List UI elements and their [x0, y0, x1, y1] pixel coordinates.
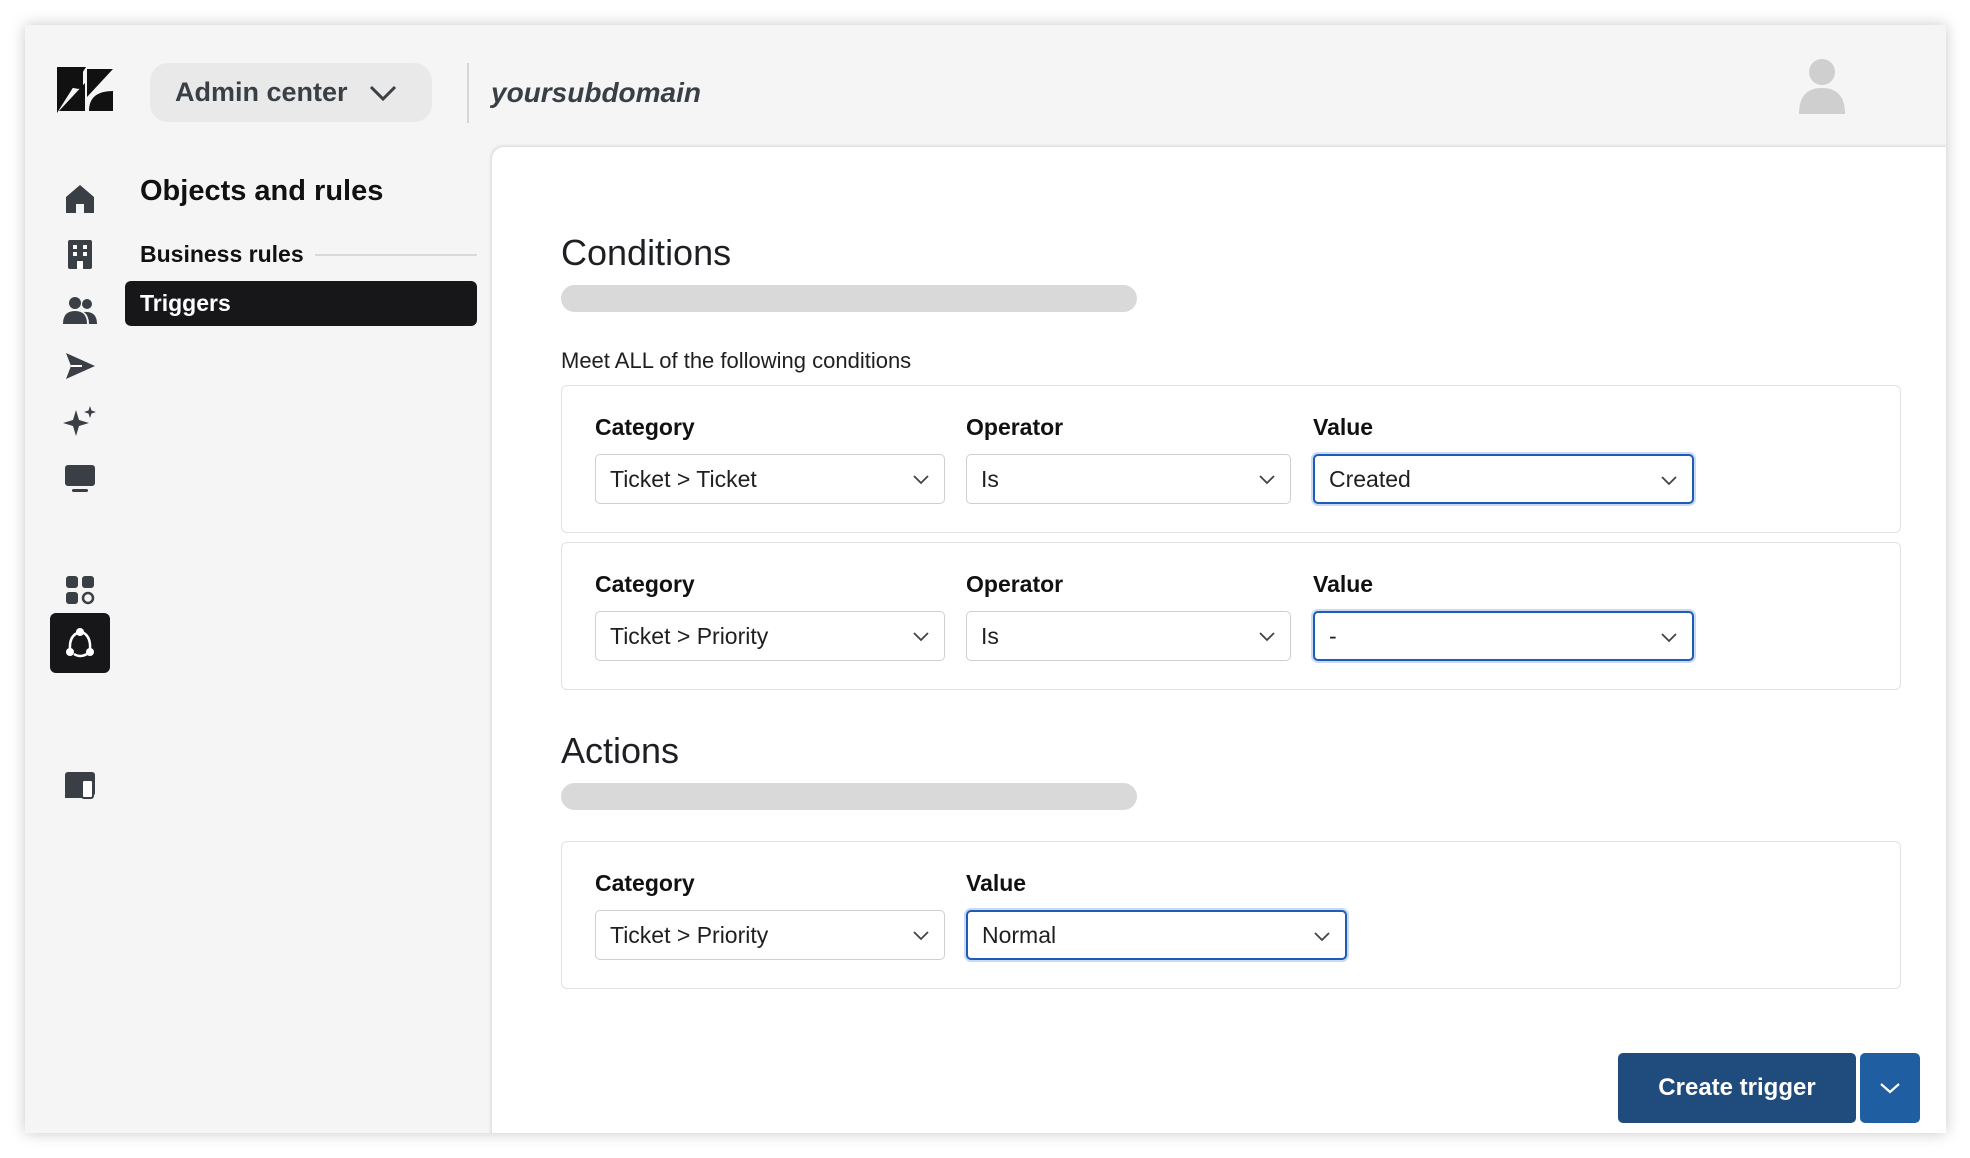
- chevron-down-icon: [1259, 475, 1275, 485]
- create-trigger-button[interactable]: Create trigger: [1618, 1053, 1856, 1123]
- meet-all-label: Meet ALL of the following conditions: [561, 348, 912, 373]
- chevron-down-icon: [1314, 932, 1330, 942]
- actions-title: Actions: [561, 730, 680, 771]
- category-label: Category: [595, 414, 695, 440]
- zendesk-logo[interactable]: [57, 67, 115, 113]
- create-trigger-menu-button[interactable]: [1860, 1053, 1920, 1123]
- category-select[interactable]: Ticket > Priority: [595, 910, 945, 960]
- rail-objects-rules[interactable]: [50, 613, 110, 673]
- rail-channels[interactable]: [50, 336, 110, 396]
- action-row: Category Ticket > Priority Value Normal: [561, 841, 1901, 989]
- home-icon: [66, 185, 94, 213]
- apps-icon: [66, 576, 95, 605]
- rail-organizations[interactable]: [50, 224, 110, 284]
- operator-select-value: Is: [981, 622, 999, 649]
- category-select[interactable]: Ticket > Ticket: [595, 454, 945, 504]
- value-label: Value: [1313, 414, 1374, 440]
- chevron-down-icon: [913, 931, 929, 941]
- value-select[interactable]: -: [1313, 611, 1694, 661]
- rail-workspaces[interactable]: [50, 448, 110, 508]
- nav-title: Objects and rules: [140, 175, 384, 207]
- category-label: Category: [595, 870, 695, 896]
- product-switcher-label: Admin center: [175, 77, 348, 107]
- category-select-value: Ticket > Priority: [610, 622, 769, 649]
- chevron-down-icon: [913, 475, 929, 485]
- chevron-down-icon: [1661, 633, 1677, 643]
- conditions-title: Conditions: [561, 232, 732, 273]
- account-icon: [65, 772, 95, 799]
- category-select[interactable]: Ticket > Priority: [595, 611, 945, 661]
- workspace-icon: [65, 465, 95, 492]
- value-label: Value: [1313, 571, 1374, 597]
- header-divider: [467, 63, 469, 123]
- chevron-down-icon: [1661, 476, 1677, 486]
- nav-item-triggers[interactable]: Triggers: [125, 281, 477, 326]
- nav-section-divider: [315, 254, 477, 256]
- people-icon: [63, 297, 97, 324]
- condition-row: Category Ticket > Priority Operator Is V…: [561, 542, 1901, 690]
- trigger-editor-panel: Conditions Meet ALL of the following con…: [492, 147, 1946, 1133]
- actions-skeleton-bar: [561, 783, 1137, 810]
- value-select-value: -: [1329, 622, 1337, 649]
- category-select-value: Ticket > Priority: [610, 921, 769, 948]
- value-label: Value: [966, 870, 1027, 896]
- app-window: Admin center yoursubdomain Objects and r…: [25, 25, 1946, 1133]
- user-avatar-icon[interactable]: [1797, 58, 1847, 114]
- value-select[interactable]: Normal: [966, 910, 1347, 960]
- chevron-down-icon: [369, 85, 396, 101]
- conditions-skeleton-bar: [561, 285, 1137, 312]
- rail-account[interactable]: [50, 755, 110, 815]
- operator-label: Operator: [966, 414, 1064, 440]
- operator-select[interactable]: Is: [966, 454, 1291, 504]
- rail-people[interactable]: [50, 280, 110, 340]
- building-icon: [68, 240, 92, 269]
- subdomain-name: yoursubdomain: [491, 77, 702, 108]
- chevron-down-icon: [913, 632, 929, 642]
- rail-home[interactable]: [50, 168, 110, 228]
- category-select-value: Ticket > Ticket: [610, 465, 757, 492]
- chevron-down-icon: [1259, 632, 1275, 642]
- rail-ai[interactable]: [50, 392, 110, 452]
- operator-label: Operator: [966, 571, 1064, 597]
- nav-section-business-rules: Business rules: [140, 241, 304, 267]
- sparkle-icon: [63, 406, 96, 436]
- value-select[interactable]: Created: [1313, 454, 1694, 504]
- condition-row: Category Ticket > Ticket Operator Is Val…: [561, 385, 1901, 533]
- send-icon: [66, 353, 95, 379]
- operator-select[interactable]: Is: [966, 611, 1291, 661]
- rail-apps[interactable]: [50, 560, 110, 620]
- objects-rules-icon: [66, 628, 94, 658]
- value-select-value: Normal: [982, 921, 1057, 948]
- product-switcher[interactable]: Admin center: [150, 63, 432, 122]
- value-select-value: Created: [1329, 465, 1411, 492]
- category-label: Category: [595, 571, 695, 597]
- operator-select-value: Is: [981, 465, 999, 492]
- chevron-down-icon: [1880, 1083, 1900, 1094]
